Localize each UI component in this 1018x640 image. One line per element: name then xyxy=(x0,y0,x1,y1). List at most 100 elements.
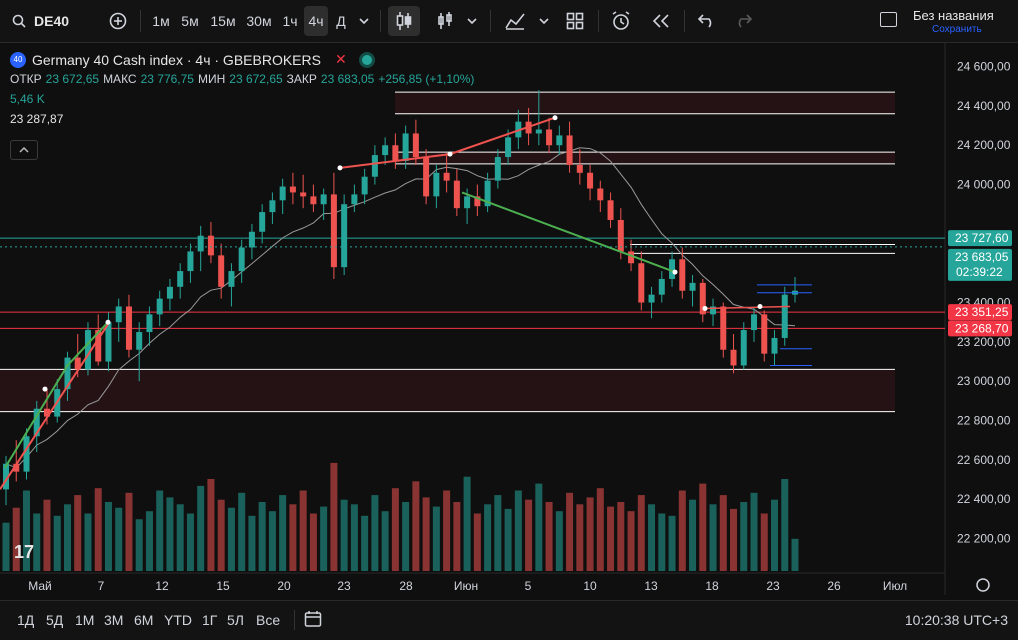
separator xyxy=(140,10,141,32)
range-5d[interactable]: 5Д xyxy=(46,612,63,628)
volume-bar xyxy=(730,508,738,571)
candle-body xyxy=(453,180,460,209)
candle-body xyxy=(207,235,214,256)
tradingview-logo-icon: 17 xyxy=(14,542,34,562)
candle-body xyxy=(505,137,512,158)
range-1y[interactable]: 1Г xyxy=(202,612,217,628)
separator xyxy=(684,10,685,32)
time-tick-label: Май xyxy=(28,579,52,593)
volume-bar xyxy=(94,488,102,571)
chevron-down-icon xyxy=(359,18,369,24)
open-value: 23 672,65 xyxy=(45,72,100,86)
volume-bar xyxy=(258,502,266,571)
volume-bar xyxy=(217,499,225,571)
price-label-text: 23 683,05 xyxy=(955,250,1009,264)
bar-style-button[interactable] xyxy=(430,6,460,36)
volume-value[interactable]: 5,46 K xyxy=(10,92,474,106)
layout-checkbox[interactable] xyxy=(880,12,897,27)
volume-bar xyxy=(104,502,112,571)
volume-bar xyxy=(289,504,297,571)
volume-bar xyxy=(197,485,205,571)
layout-save-link[interactable]: Сохранить xyxy=(932,24,982,35)
interval-1d[interactable]: Д xyxy=(330,6,352,36)
time-tick-label: 13 xyxy=(644,579,658,593)
volume-bar xyxy=(176,504,184,571)
range-6m[interactable]: 6М xyxy=(134,612,153,628)
volume-bar xyxy=(678,490,686,571)
candle-body xyxy=(412,133,419,158)
redo-button[interactable] xyxy=(728,6,758,36)
low-label: МИН xyxy=(197,72,226,86)
drawing-anchor-point xyxy=(105,319,111,325)
volume-bar xyxy=(781,479,789,571)
volume-bar xyxy=(545,502,553,571)
alert-button[interactable] xyxy=(606,6,636,36)
price-label-text: 23 727,60 xyxy=(955,231,1009,245)
drawing-anchor-point xyxy=(337,165,343,171)
interval-15m[interactable]: 15м xyxy=(206,6,240,36)
range-1d[interactable]: 1Д xyxy=(17,612,34,628)
indicators-icon xyxy=(505,13,525,30)
candles-chart-type-button[interactable] xyxy=(388,6,420,36)
compare-add-button[interactable] xyxy=(104,6,132,36)
indicators-button[interactable] xyxy=(500,6,530,36)
candle-body xyxy=(781,294,788,338)
legend-title[interactable]: Germany 40 Cash index · 4ч · GBEBROKERS xyxy=(32,52,321,68)
volume-bar xyxy=(371,495,379,571)
interval-4h[interactable]: 4ч xyxy=(304,6,328,36)
candle-body xyxy=(310,196,317,205)
replay-button[interactable] xyxy=(646,6,676,36)
candle-body xyxy=(115,306,122,323)
volume-bar xyxy=(186,513,194,571)
timezone-clock[interactable]: 10:20:38 UTC+3 xyxy=(905,612,1008,628)
interval-dropdown-button[interactable] xyxy=(354,6,374,36)
interval-1m[interactable]: 1м xyxy=(148,6,174,36)
drawing-anchor-point xyxy=(447,151,453,157)
interval-30m[interactable]: 30м xyxy=(242,6,276,36)
time-tick-label: 7 xyxy=(98,579,105,593)
interval-5m[interactable]: 5м xyxy=(176,6,204,36)
zone-rect xyxy=(395,152,895,164)
volume-bar xyxy=(627,511,635,571)
volume-bar xyxy=(453,502,461,571)
volume-bar xyxy=(525,499,533,571)
interval-1h[interactable]: 1ч xyxy=(278,6,302,36)
date-range-button[interactable] xyxy=(304,610,322,631)
chart-area[interactable]: 22 200,00 22 400,00 22 600,00 22 800,00 23 0… xyxy=(0,43,1018,595)
symbol-search-button[interactable]: DE40 xyxy=(6,6,86,36)
candle-body xyxy=(751,314,758,331)
time-tick-label: 10 xyxy=(583,579,597,593)
templates-button[interactable] xyxy=(560,6,590,36)
close-icon[interactable]: ✕ xyxy=(335,51,347,68)
range-all[interactable]: Все xyxy=(256,612,280,628)
volume-bar xyxy=(791,538,799,571)
layout-name[interactable]: Без названия xyxy=(913,8,994,23)
chart-type-dropdown-button[interactable] xyxy=(462,6,482,36)
range-5y[interactable]: 5Л xyxy=(227,612,244,628)
range-ytd[interactable]: YTD xyxy=(164,612,192,628)
market-status-icon[interactable] xyxy=(358,51,375,68)
candle-body xyxy=(402,133,409,161)
volume-bar xyxy=(709,504,717,571)
volume-bar xyxy=(402,502,410,571)
volume-bar xyxy=(238,492,246,571)
candle-body xyxy=(535,129,542,134)
candle-body xyxy=(187,251,194,272)
high-label: МАКС xyxy=(103,72,137,86)
collapse-legend-button[interactable] xyxy=(10,140,38,160)
undo-button[interactable] xyxy=(692,6,722,36)
candle-body xyxy=(177,271,184,287)
time-tick-label: 26 xyxy=(827,579,841,593)
volume-bar xyxy=(320,506,328,571)
candle-body xyxy=(279,186,286,201)
indicators-dropdown-button[interactable] xyxy=(534,6,554,36)
moving-average-value[interactable]: 23 287,87 xyxy=(10,112,474,126)
range-3m[interactable]: 3М xyxy=(104,612,123,628)
candle-body xyxy=(546,129,553,146)
candle-body xyxy=(720,306,727,350)
volume-bar xyxy=(391,488,399,571)
candle-body xyxy=(197,235,204,252)
range-1m[interactable]: 1М xyxy=(75,612,94,628)
candle-body xyxy=(423,157,430,197)
chevron-down-icon xyxy=(539,18,549,24)
